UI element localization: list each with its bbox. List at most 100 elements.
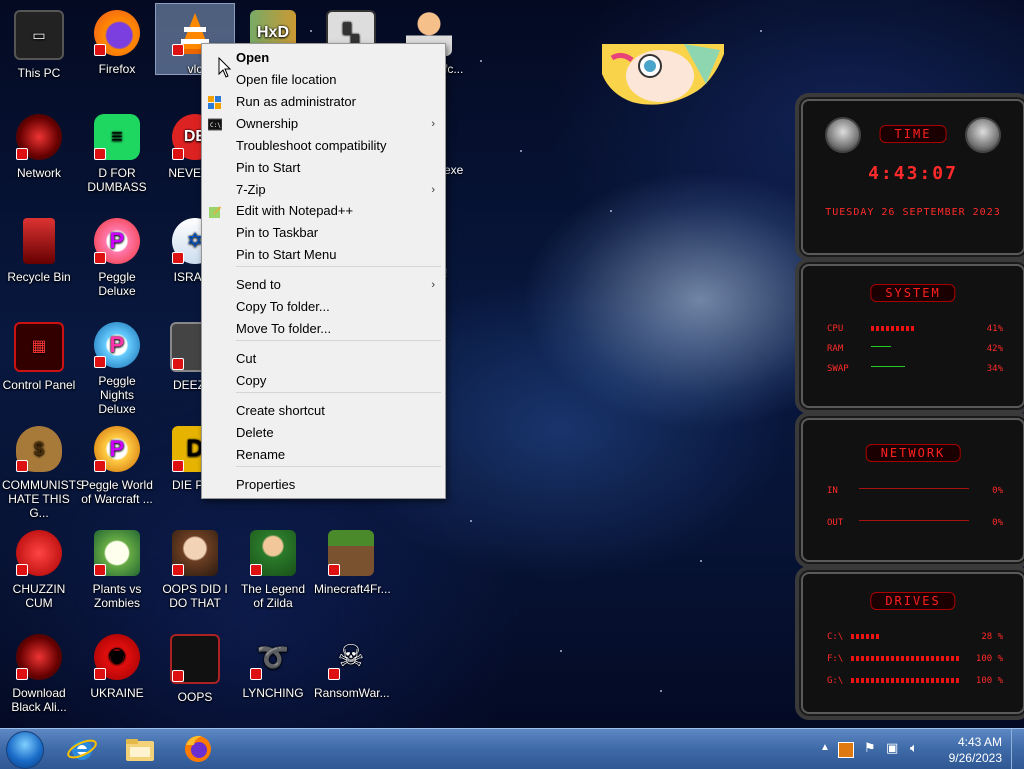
desktop-icon-peggle-deluxe[interactable]: P Peggle Deluxe bbox=[78, 212, 156, 312]
alien-logo-icon bbox=[825, 117, 861, 153]
context-menu-separator bbox=[236, 466, 441, 467]
network-widget-header: NETWORK bbox=[865, 444, 961, 462]
submenu-arrow-icon: › bbox=[431, 118, 435, 130]
desktop-icon-minecraft[interactable]: Minecraft4Fr... bbox=[312, 524, 391, 624]
desktop-icon-firefox[interactable]: Firefox bbox=[78, 4, 156, 104]
desktop-icon-oops-did-i-do-that[interactable]: OOPS DID I DO THAT bbox=[156, 524, 234, 624]
skull-icon: ☠ bbox=[328, 634, 374, 680]
desktop-icon-peggle-nights[interactable]: P Peggle Nights Deluxe bbox=[78, 316, 156, 416]
context-menu-item[interactable]: Pin to Start Menu bbox=[202, 244, 445, 266]
desktop-icon-recycle-bin[interactable]: Recycle Bin bbox=[0, 212, 78, 312]
internet-explorer-icon[interactable] bbox=[66, 733, 98, 765]
desktop-icon-label: Download Black Ali... bbox=[11, 686, 67, 714]
context-menu-item-label: Send to bbox=[236, 277, 281, 292]
alien-icon bbox=[16, 634, 62, 680]
context-menu-item[interactable]: Send to › bbox=[202, 274, 445, 296]
desktop-icon-download-black-ali[interactable]: Download Black Ali... bbox=[0, 628, 78, 728]
context-menu-item[interactable]: Properties bbox=[202, 474, 445, 496]
desktop-icon-label: Recycle Bin bbox=[7, 270, 71, 284]
show-desktop-button[interactable] bbox=[1011, 729, 1024, 769]
tray-clock[interactable]: 4:43 AM 9/26/2023 bbox=[949, 734, 1002, 766]
context-menu-item[interactable]: 7-Zip › bbox=[202, 179, 445, 201]
alien-logo-icon bbox=[965, 117, 1001, 153]
context-menu-item-label: Rename bbox=[236, 447, 286, 462]
plants-vs-zombies-icon bbox=[94, 530, 140, 576]
desktop-icon-label: Network bbox=[16, 166, 61, 180]
tray-app-icon[interactable] bbox=[838, 742, 854, 758]
desktop-icon-oops[interactable]: OOPS bbox=[156, 628, 234, 728]
radiation-icon: ☢ bbox=[94, 634, 140, 680]
system-row-value: 34% bbox=[986, 364, 1003, 374]
file-explorer-icon[interactable] bbox=[124, 733, 156, 765]
swap-usage-bar bbox=[871, 366, 905, 367]
drives-row-f: F:\ 100 % bbox=[827, 654, 1003, 664]
context-menu-item-label: Open bbox=[236, 50, 270, 65]
context-menu-item[interactable]: Edit with Notepad++ bbox=[202, 200, 445, 222]
desktop-icon-network[interactable]: Network bbox=[0, 108, 78, 208]
oops-icon bbox=[170, 634, 220, 684]
chuzzle-icon bbox=[16, 530, 62, 576]
mouse-cursor-icon bbox=[218, 57, 232, 78]
desktop-icon-label: D FOR DUMBASS bbox=[87, 166, 147, 194]
desktop-icon-control-panel[interactable]: ▦ Control Panel bbox=[0, 316, 78, 416]
desktop-icon-maze[interactable]: ▚ bbox=[312, 4, 390, 60]
desktop-icon-this-pc[interactable]: ▭ This PC bbox=[0, 4, 78, 104]
context-menu-item[interactable]: Pin to Taskbar bbox=[202, 222, 445, 244]
desktop-icon-hxd[interactable]: HxD bbox=[234, 4, 312, 56]
spotify-icon: ≡ bbox=[94, 114, 140, 160]
context-menu-item[interactable]: Troubleshoot compatibility bbox=[202, 135, 445, 157]
start-button[interactable] bbox=[6, 731, 44, 769]
desktop-icon-lynching[interactable]: ➰ LYNCHING bbox=[234, 628, 312, 728]
volume-icon[interactable]: 🔈︎ bbox=[910, 740, 924, 755]
context-menu-item-label: Open file location bbox=[236, 72, 337, 87]
system-widget-header: SYSTEM bbox=[870, 284, 956, 302]
context-menu-item[interactable]: C:\ Ownership › bbox=[202, 113, 445, 135]
context-menu-item[interactable]: Open file location bbox=[202, 69, 445, 91]
desktop-icon-label: COMMUNISTS HATE THIS G... bbox=[2, 478, 84, 520]
desktop-icon-label: This PC bbox=[17, 66, 61, 80]
desktop-icon-chuzzin-cum[interactable]: CHUZZIN CUM bbox=[0, 524, 78, 624]
desktop-icon-plants-vs-zombies[interactable]: Plants vs Zombies bbox=[78, 524, 156, 624]
network-tray-icon[interactable]: ▣ bbox=[886, 740, 900, 755]
time-widget-clock: 4:43:07 bbox=[868, 163, 958, 184]
firefox-icon[interactable] bbox=[182, 733, 214, 765]
network-out-graph bbox=[859, 520, 969, 521]
context-menu-item[interactable]: Delete bbox=[202, 422, 445, 444]
context-menu-item[interactable]: Cut bbox=[202, 348, 445, 370]
context-menu-item[interactable]: Rename bbox=[202, 444, 445, 466]
network-row-value: 0% bbox=[992, 518, 1003, 528]
network-row-value: 0% bbox=[992, 486, 1003, 496]
desktop-icon-label: UKRAINE bbox=[90, 686, 144, 700]
network-row-label: IN bbox=[827, 486, 838, 496]
desktop-icon-legend-of-zilda[interactable]: The Legend of Zilda bbox=[234, 524, 312, 624]
desktop-icon-ukraine[interactable]: ☢ UKRAINE bbox=[78, 628, 156, 728]
context-menu-item[interactable]: Create shortcut bbox=[202, 400, 445, 422]
context-menu-item[interactable]: Pin to Start bbox=[202, 157, 445, 179]
desktop-icon-label: Control Panel bbox=[2, 378, 76, 392]
system-row-value: 41% bbox=[986, 324, 1003, 334]
notepad-icon bbox=[208, 204, 222, 218]
desktop-icon-communists[interactable]: $ COMMUNISTS HATE THIS G... bbox=[0, 420, 84, 520]
system-row-label: SWAP bbox=[827, 364, 849, 374]
drive-c-bar bbox=[851, 634, 881, 639]
system-row-ram: RAM 42% bbox=[827, 344, 1003, 354]
drives-widget: DRIVES C:\ 28 % F:\ 100 % G:\ 100 % bbox=[795, 566, 1024, 720]
system-tray: ▲ ⚑ ▣ 🔈︎ 4:43 AM 9/26/2023 bbox=[814, 729, 1024, 769]
action-center-flag-icon[interactable]: ⚑ bbox=[864, 740, 878, 755]
desktop-icon-peggle-wow[interactable]: P Peggle World of Warcraft ... bbox=[78, 420, 156, 520]
network-row-out: OUT 0% bbox=[827, 518, 1003, 528]
desktop-icon-label: Peggle Deluxe bbox=[98, 270, 136, 298]
show-hidden-icons-icon[interactable]: ▲ bbox=[820, 742, 834, 756]
taskbar: ▲ ⚑ ▣ 🔈︎ 4:43 AM 9/26/2023 bbox=[0, 728, 1024, 769]
context-menu-item[interactable]: Run as administrator bbox=[202, 91, 445, 113]
context-menu-item[interactable]: Copy To folder... bbox=[202, 296, 445, 318]
context-menu-item[interactable]: Move To folder... bbox=[202, 318, 445, 340]
context-menu-item[interactable]: Copy bbox=[202, 370, 445, 392]
desktop-icon-label: The Legend of Zilda bbox=[240, 582, 306, 610]
desktop-icon-d-for-dumbass[interactable]: ≡ D FOR DUMBASS bbox=[78, 108, 156, 208]
context-menu-item[interactable]: Open bbox=[202, 47, 445, 69]
submenu-arrow-icon: › bbox=[431, 279, 435, 291]
desktop-icon-ransomware[interactable]: ☠ RansomWar... bbox=[312, 628, 390, 728]
svg-text:C:\: C:\ bbox=[210, 122, 221, 129]
desktop-icon-label: Peggle Nights Deluxe bbox=[98, 374, 136, 416]
